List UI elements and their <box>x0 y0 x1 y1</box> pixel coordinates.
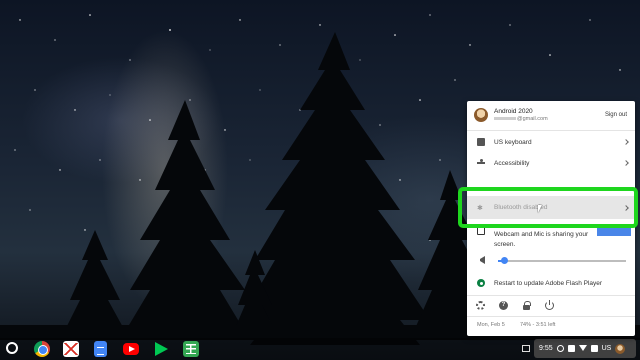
launcher-button[interactable] <box>6 342 18 354</box>
user-avatar <box>474 108 488 122</box>
keyboard-row[interactable]: US keyboard <box>467 132 635 152</box>
annotation-highlight <box>458 187 638 228</box>
tray-bottom-actions: ? <box>467 299 635 313</box>
divider <box>467 316 635 317</box>
sign-out-button[interactable]: Sign out <box>605 112 627 118</box>
help-icon[interactable]: ? <box>499 301 508 310</box>
divider <box>467 130 635 131</box>
keyboard-icon <box>477 138 485 146</box>
ime-indicator: US <box>601 345 612 352</box>
webcam-icon <box>477 227 485 235</box>
screen-capture-icon[interactable] <box>522 345 530 352</box>
power-icon[interactable] <box>545 300 554 310</box>
volume-slider-track[interactable] <box>498 260 626 262</box>
volume-slider-handle[interactable] <box>500 256 508 264</box>
date-label[interactable]: Mon, Feb 5 <box>477 322 505 328</box>
redacted-email <box>494 117 516 121</box>
accessibility-icon <box>477 159 485 167</box>
divider <box>467 295 635 296</box>
volume-icon[interactable] <box>477 256 485 264</box>
user-name: Android 2020 <box>494 108 533 115</box>
update-label: Restart to update Adobe Flash Player <box>494 279 603 287</box>
accessibility-label: Accessibility <box>494 159 530 167</box>
status-area-button[interactable]: 9:55 US <box>534 339 636 358</box>
accessibility-row[interactable]: Accessibility <box>467 153 635 173</box>
keyboard-label: US keyboard <box>494 138 532 146</box>
vpn-icon <box>567 345 575 352</box>
chrome-app-icon[interactable] <box>34 341 50 357</box>
wifi-icon <box>578 345 587 352</box>
webcam-notice: Webcam and Mic is sharing your screen. <box>494 231 589 248</box>
gmail-app-icon[interactable] <box>63 341 79 357</box>
mouse-pointer <box>538 205 546 213</box>
battery-icon <box>590 345 598 352</box>
youtube-app-icon[interactable] <box>123 343 139 355</box>
clock-time: 9:55 <box>539 345 553 352</box>
chevron-right-icon <box>623 160 629 166</box>
battery-status: 74% - 3:51 left <box>520 322 556 328</box>
chevron-right-icon <box>623 139 629 145</box>
sharing-icon <box>556 345 564 352</box>
avatar <box>615 343 626 354</box>
sheets-app-icon[interactable] <box>183 341 199 357</box>
settings-icon[interactable] <box>476 301 485 310</box>
stop-sharing-button[interactable] <box>597 228 631 236</box>
user-email: @gmail.com <box>494 116 548 122</box>
play-store-app-icon[interactable] <box>153 341 169 357</box>
lock-icon[interactable] <box>522 301 531 310</box>
update-row[interactable]: Restart to update Adobe Flash Player <box>467 273 635 293</box>
docs-app-icon[interactable] <box>94 341 107 357</box>
